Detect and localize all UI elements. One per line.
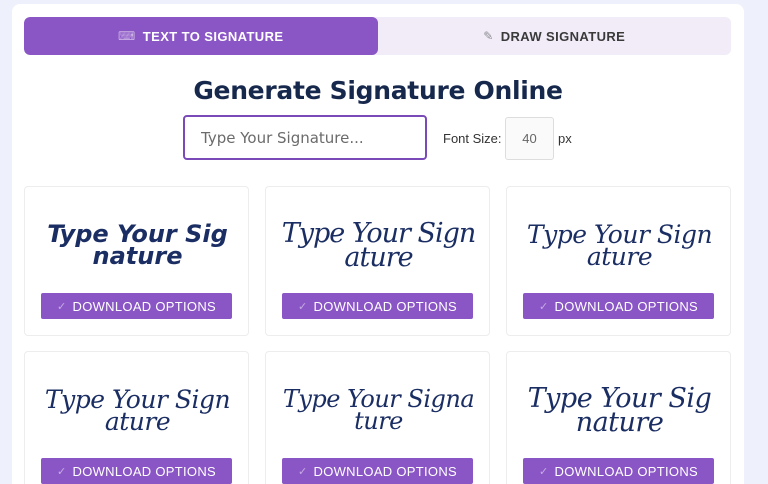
download-options-label: DOWNLOAD OPTIONS: [313, 298, 457, 314]
download-options-button[interactable]: ✓ DOWNLOAD OPTIONS: [41, 458, 232, 484]
check-icon: ✓: [297, 465, 308, 478]
check-icon: ✓: [297, 300, 308, 313]
tab-text-to-signature-label: TEXT TO SIGNATURE: [142, 28, 284, 44]
page-title: Generate Signature Online: [193, 76, 563, 105]
signature-preview: Type Your Signature: [281, 217, 477, 273]
download-options-label: DOWNLOAD OPTIONS: [554, 463, 698, 479]
font-size-input[interactable]: [505, 117, 554, 160]
signature-preview: Type Your Signature: [526, 219, 713, 271]
signature-preview: Type Your Signature: [282, 385, 475, 435]
signature-preview: Type Your Signature: [47, 220, 228, 270]
tab-draw-signature-label: DRAW SIGNATURE: [500, 28, 626, 44]
download-options-button[interactable]: ✓ DOWNLOAD OPTIONS: [282, 293, 473, 319]
signature-card-1: Type Your Signature ✓ DOWNLOAD OPTIONS: [24, 186, 249, 336]
signature-card-4: Type Your Signature ✓ DOWNLOAD OPTIONS: [24, 351, 249, 484]
font-size-label: Font Size:: [443, 131, 502, 146]
tab-text-to-signature[interactable]: ⌨ TEXT TO SIGNATURE: [24, 17, 378, 55]
download-options-label: DOWNLOAD OPTIONS: [554, 298, 698, 314]
signature-preview: Type Your Signature: [527, 382, 712, 438]
mode-tabs: ⌨ TEXT TO SIGNATURE ✎ DRAW SIGNATURE: [24, 17, 731, 55]
check-icon: ✓: [56, 465, 67, 478]
signature-preview: Type Your Signature: [44, 384, 231, 436]
download-options-button[interactable]: ✓ DOWNLOAD OPTIONS: [282, 458, 473, 484]
download-options-button[interactable]: ✓ DOWNLOAD OPTIONS: [523, 458, 714, 484]
main-panel: ⌨ TEXT TO SIGNATURE ✎ DRAW SIGNATURE Gen…: [12, 4, 744, 484]
check-icon: ✓: [538, 465, 549, 478]
download-options-label: DOWNLOAD OPTIONS: [72, 298, 216, 314]
font-size-unit: px: [558, 131, 572, 146]
signature-card-3: Type Your Signature ✓ DOWNLOAD OPTIONS: [506, 186, 731, 336]
signature-card-2: Type Your Signature ✓ DOWNLOAD OPTIONS: [265, 186, 490, 336]
keyboard-icon: ⌨: [118, 29, 136, 43]
download-options-button[interactable]: ✓ DOWNLOAD OPTIONS: [523, 293, 714, 319]
download-options-label: DOWNLOAD OPTIONS: [72, 463, 216, 479]
check-icon: ✓: [538, 300, 549, 313]
signature-card-6: Type Your Signature ✓ DOWNLOAD OPTIONS: [506, 351, 731, 484]
pen-icon: ✎: [483, 29, 494, 43]
signature-card-5: Type Your Signature ✓ DOWNLOAD OPTIONS: [265, 351, 490, 484]
check-icon: ✓: [56, 300, 67, 313]
download-options-button[interactable]: ✓ DOWNLOAD OPTIONS: [41, 293, 232, 319]
download-options-label: DOWNLOAD OPTIONS: [313, 463, 457, 479]
tab-draw-signature[interactable]: ✎ DRAW SIGNATURE: [378, 17, 732, 55]
signature-input[interactable]: [183, 115, 427, 160]
